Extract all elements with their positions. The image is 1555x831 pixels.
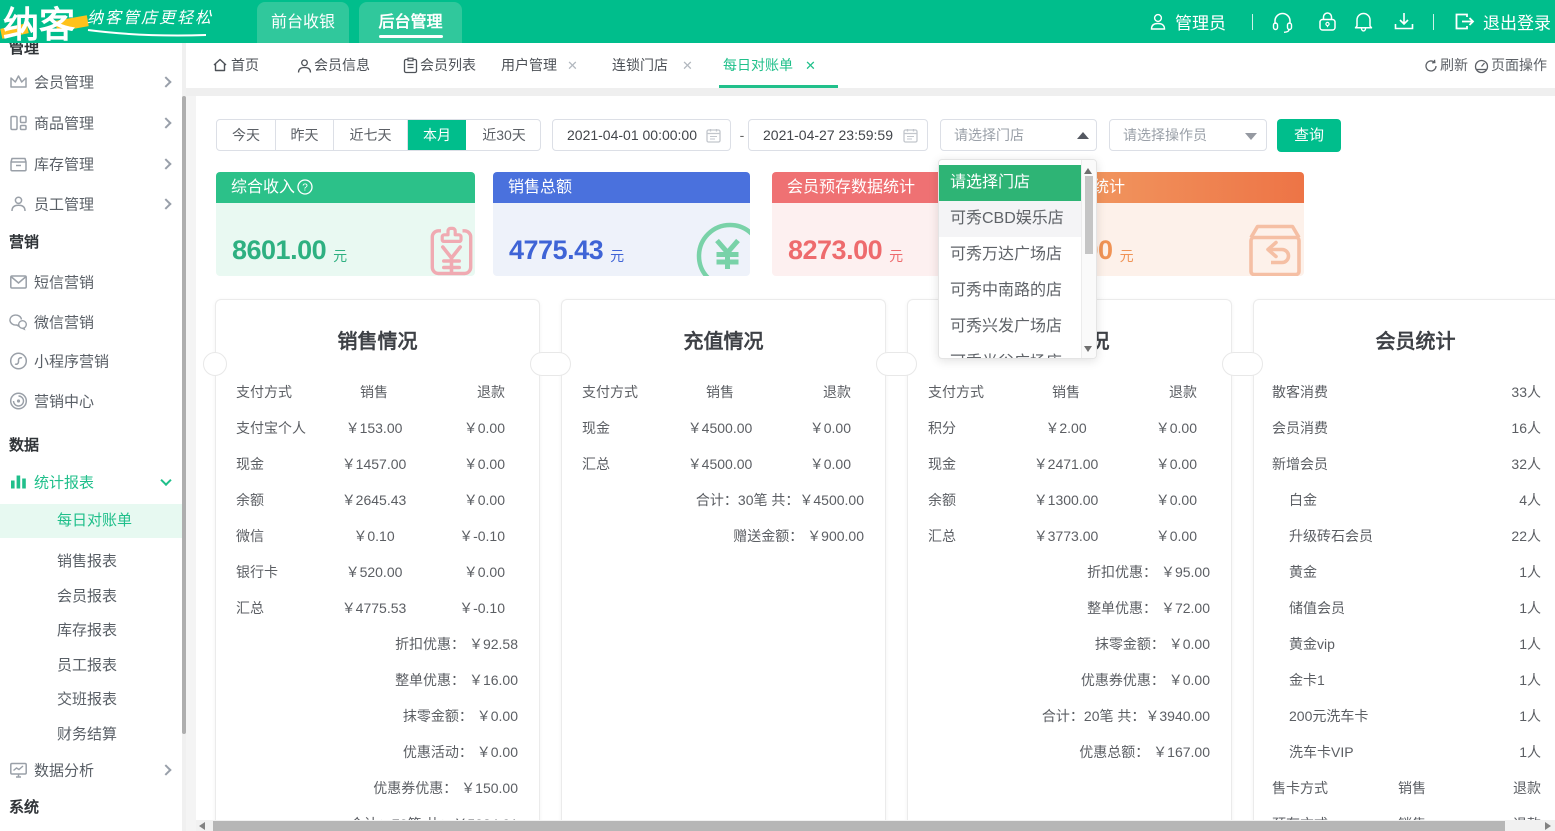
svg-text:?: ? <box>302 183 308 194</box>
